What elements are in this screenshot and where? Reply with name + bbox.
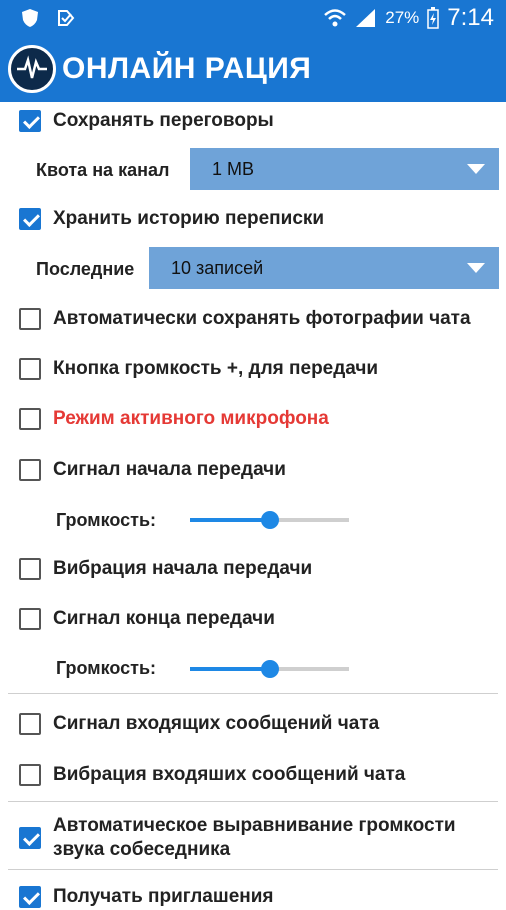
tx-end-signal-checkbox[interactable] bbox=[19, 608, 41, 630]
active-mic-checkbox[interactable] bbox=[19, 408, 41, 430]
app-title: ОНЛАЙН РАЦИЯ bbox=[62, 52, 312, 85]
auto-save-photos-setting[interactable]: Автоматически сохранять фотографии чата bbox=[0, 306, 506, 332]
slider-fill bbox=[190, 667, 270, 671]
chat-incoming-signal-setting[interactable]: Сигнал входящих сообщений чата bbox=[0, 711, 506, 737]
active-mic-setting[interactable]: Режим активного микрофона bbox=[0, 406, 506, 432]
auto-volume-checkbox[interactable] bbox=[19, 827, 41, 849]
volume-button-setting[interactable]: Кнопка громкость +, для передачи bbox=[0, 356, 506, 382]
chevron-down-icon bbox=[467, 164, 485, 174]
invitations-label: Получать приглашения bbox=[53, 886, 274, 907]
quota-dropdown[interactable]: 1 MB bbox=[190, 148, 499, 190]
quota-label: Квота на канал bbox=[36, 159, 170, 180]
volume-button-checkbox[interactable] bbox=[19, 358, 41, 380]
chat-incoming-vibration-label: Вибрация входяших сообщений чата bbox=[53, 764, 406, 785]
chat-incoming-vibration-setting[interactable]: Вибрация входяших сообщений чата bbox=[0, 762, 506, 788]
quota-value: 1 MB bbox=[212, 158, 255, 179]
check-notification-icon bbox=[58, 10, 75, 26]
slider-fill bbox=[190, 518, 270, 522]
last-label: Последние bbox=[36, 258, 135, 279]
save-talks-checkbox[interactable] bbox=[19, 110, 41, 132]
keep-history-checkbox[interactable] bbox=[19, 208, 41, 230]
tx-start-signal-checkbox[interactable] bbox=[19, 459, 41, 481]
auto-volume-setting[interactable]: Автоматическое выравнивание громкости зв… bbox=[0, 812, 506, 864]
section-divider bbox=[8, 693, 498, 694]
status-bar: 27% 7:14 bbox=[0, 0, 506, 36]
invitations-setting[interactable]: Получать приглашения bbox=[0, 884, 506, 910]
chat-incoming-signal-label: Сигнал входящих сообщений чата bbox=[53, 713, 380, 734]
auto-save-photos-checkbox[interactable] bbox=[19, 308, 41, 330]
tx-end-volume-slider[interactable] bbox=[190, 660, 349, 678]
app-logo-icon bbox=[8, 45, 56, 93]
wifi-icon bbox=[324, 9, 347, 27]
battery-percent: 27% bbox=[385, 8, 420, 27]
tx-start-vibration-checkbox[interactable] bbox=[19, 558, 41, 580]
clock: 7:14 bbox=[447, 4, 494, 31]
tx-start-signal-label: Сигнал начала передачи bbox=[53, 459, 286, 480]
battery-charging-icon bbox=[427, 7, 440, 29]
chat-incoming-vibration-checkbox[interactable] bbox=[19, 764, 41, 786]
section-divider bbox=[8, 801, 498, 802]
app-bar: ОНЛАЙН РАЦИЯ bbox=[0, 36, 506, 102]
tx-start-signal-setting[interactable]: Сигнал начала передачи bbox=[0, 457, 506, 483]
volume-button-label: Кнопка громкость +, для передачи bbox=[53, 358, 379, 379]
last-value: 10 записей bbox=[171, 257, 264, 278]
keep-history-setting[interactable]: Хранить историю переписки bbox=[0, 206, 506, 232]
tx-start-vibration-label: Вибрация начала передачи bbox=[53, 558, 313, 579]
keep-history-label: Хранить историю переписки bbox=[53, 208, 325, 229]
tx-start-volume-label: Громкость: bbox=[56, 509, 157, 530]
invitations-checkbox[interactable] bbox=[19, 886, 41, 908]
chevron-down-icon bbox=[467, 263, 485, 273]
save-talks-setting[interactable]: Сохранять переговоры bbox=[0, 108, 506, 134]
shield-notification-icon bbox=[22, 9, 38, 27]
tx-start-vibration-setting[interactable]: Вибрация начала передачи bbox=[0, 556, 506, 582]
signal-icon bbox=[356, 9, 376, 27]
tx-start-volume-slider[interactable] bbox=[190, 511, 349, 529]
auto-volume-label: Автоматическое выравнивание громкости зв… bbox=[53, 815, 456, 860]
tx-end-signal-label: Сигнал конца передачи bbox=[53, 608, 275, 629]
auto-save-photos-label: Автоматически сохранять фотографии чата bbox=[53, 308, 471, 329]
tx-end-volume-label: Громкость: bbox=[56, 657, 157, 678]
active-mic-label: Режим активного микрофона bbox=[53, 408, 329, 429]
section-divider bbox=[8, 869, 498, 870]
chat-incoming-signal-checkbox[interactable] bbox=[19, 713, 41, 735]
last-dropdown[interactable]: 10 записей bbox=[149, 247, 499, 289]
tx-end-signal-setting[interactable]: Сигнал конца передачи bbox=[0, 606, 506, 632]
save-talks-label: Сохранять переговоры bbox=[53, 110, 274, 131]
slider-thumb[interactable] bbox=[260, 660, 279, 678]
slider-thumb[interactable] bbox=[260, 511, 279, 529]
